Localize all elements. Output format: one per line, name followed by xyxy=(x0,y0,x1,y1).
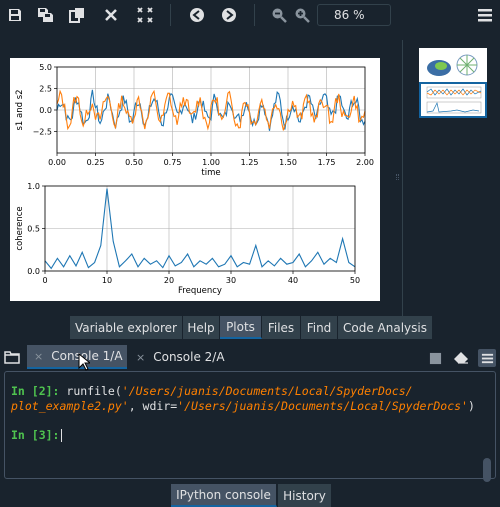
options-menu-icon[interactable] xyxy=(474,4,496,26)
plots-pane-tabbar: Variable explorer Help Plots Files Find … xyxy=(0,316,500,339)
save-all-icon[interactable] xyxy=(34,4,56,26)
close-all-icon[interactable] xyxy=(134,4,156,26)
stop-icon[interactable] xyxy=(426,349,444,367)
thumbnails-panel xyxy=(402,40,500,316)
x-tick-label: 20 xyxy=(164,276,174,285)
plot-thumbnail-selected[interactable] xyxy=(419,82,487,118)
previous-icon[interactable] xyxy=(186,4,208,26)
x-tick-label: 0.25 xyxy=(87,158,105,167)
x-tick-label: 0 xyxy=(42,276,47,285)
options-menu-icon[interactable] xyxy=(478,349,496,367)
y-axis-label: coherence xyxy=(15,206,25,250)
x-axis-label: Frequency xyxy=(178,286,222,296)
ipython-console-pane: × Console 1/A × Console 2/A In [2]: runf… xyxy=(0,339,500,507)
folder-icon[interactable] xyxy=(4,350,20,364)
toolbar-separator xyxy=(254,4,255,26)
y-tick-label: 0.0 xyxy=(39,106,52,115)
y-axis-label: s1 and s2 xyxy=(15,89,25,130)
plot-figure: 0.00 0.25 0.50 0.75 1.00 1.25 1.50 1.75 2.00 5.0 2… xyxy=(10,58,380,301)
tab-code-analysis[interactable]: Code Analysis xyxy=(338,316,433,339)
x-tick-label: 40 xyxy=(288,276,298,285)
console-line: In [2]: runfile('/Users/juanis/Documents… xyxy=(11,384,489,399)
input-prompt: In [2]: xyxy=(11,384,60,398)
y-tick-label: 5.0 xyxy=(39,63,52,72)
zoom-out-icon[interactable] xyxy=(268,4,290,26)
tab-console-1[interactable]: × Console 1/A xyxy=(27,345,127,369)
tab-close-icon[interactable]: × xyxy=(34,350,43,363)
close-icon[interactable] xyxy=(100,4,122,26)
mouse-pointer-icon xyxy=(78,353,90,371)
code-text: runfile( xyxy=(59,384,122,398)
tab-close-icon[interactable]: × xyxy=(136,351,145,364)
tab-console-2[interactable]: × Console 2/A xyxy=(129,345,233,369)
console-actions xyxy=(426,349,496,367)
eraser-icon[interactable] xyxy=(452,349,470,367)
zoom-level-field[interactable]: 86 % xyxy=(317,4,391,26)
tab-ipython-console[interactable]: IPython console xyxy=(171,484,277,507)
toolbar-separator xyxy=(170,4,171,26)
plots-pane: 86 % 0.00 0.25 0.50 0.75 1.00 1.25 1.50 1.75 2.0… xyxy=(0,0,500,316)
tab-variable-explorer[interactable]: Variable explorer xyxy=(70,316,183,339)
console-scrollbar[interactable] xyxy=(483,458,491,482)
input-prompt: In [3]: xyxy=(11,428,60,442)
console-output[interactable]: In [2]: runfile('/Users/juanis/Documents… xyxy=(4,371,496,482)
string-literal: '/Users/juanis/Documents/Local/SpyderDoc… xyxy=(177,399,468,413)
tab-files[interactable]: Files xyxy=(262,316,301,339)
x-tick-label: 50 xyxy=(350,276,360,285)
tab-plots[interactable]: Plots xyxy=(220,316,262,339)
x-tick-label: 1.50 xyxy=(279,158,297,167)
figure-canvas: 0.00 0.25 0.50 0.75 1.00 1.25 1.50 1.75 2.005.02… xyxy=(15,63,374,296)
tab-find[interactable]: Find xyxy=(301,316,338,339)
x-tick-label: 0.75 xyxy=(164,158,182,167)
x-tick-label: 0.00 xyxy=(48,158,66,167)
y-tick-label: −2.5 xyxy=(33,128,52,137)
copy-icon[interactable] xyxy=(66,4,88,26)
console-pane-tabbar: IPython console History xyxy=(0,484,500,507)
zoom-in-icon[interactable] xyxy=(291,4,313,26)
x-tick-label: 30 xyxy=(226,276,236,285)
next-icon[interactable] xyxy=(218,4,240,26)
code-text: ) xyxy=(467,399,475,413)
plot-thumbnail[interactable] xyxy=(419,48,487,84)
tab-label: Console 2/A xyxy=(153,350,225,364)
x-axis-label: time xyxy=(201,168,220,178)
x-tick-label: 1.00 xyxy=(202,158,220,167)
console-tabbar: × Console 1/A × Console 2/A xyxy=(0,343,500,369)
string-literal: plot_example2.py' xyxy=(11,399,129,413)
x-tick-label: 2.00 xyxy=(356,158,374,167)
save-icon[interactable] xyxy=(4,4,26,26)
text-cursor xyxy=(61,429,63,442)
y-tick-label: 1.0 xyxy=(27,182,40,191)
console-line: In [3]: xyxy=(11,428,489,443)
x-tick-label: 10 xyxy=(102,276,112,285)
y-tick-label: 2.5 xyxy=(39,85,52,94)
x-tick-label: 0.50 xyxy=(125,158,143,167)
y-tick-label: 0.5 xyxy=(27,225,40,234)
plots-toolbar: 86 % xyxy=(0,0,500,31)
spyder-window: 86 % 0.00 0.25 0.50 0.75 1.00 1.25 1.50 1.75 2.0… xyxy=(0,0,500,507)
console-line: plot_example2.py', wdir='/Users/juanis/D… xyxy=(11,399,489,414)
splitter-handle[interactable] xyxy=(396,174,399,180)
x-tick-label: 1.25 xyxy=(241,158,259,167)
tab-history[interactable]: History xyxy=(278,484,332,507)
x-tick-label: 1.75 xyxy=(318,158,336,167)
y-tick-label: 0.0 xyxy=(27,267,40,276)
string-literal: '/Users/juanis/Documents/Local/SpyderDoc… xyxy=(121,384,413,398)
code-text: , wdir= xyxy=(128,399,178,413)
tab-help[interactable]: Help xyxy=(183,316,220,339)
